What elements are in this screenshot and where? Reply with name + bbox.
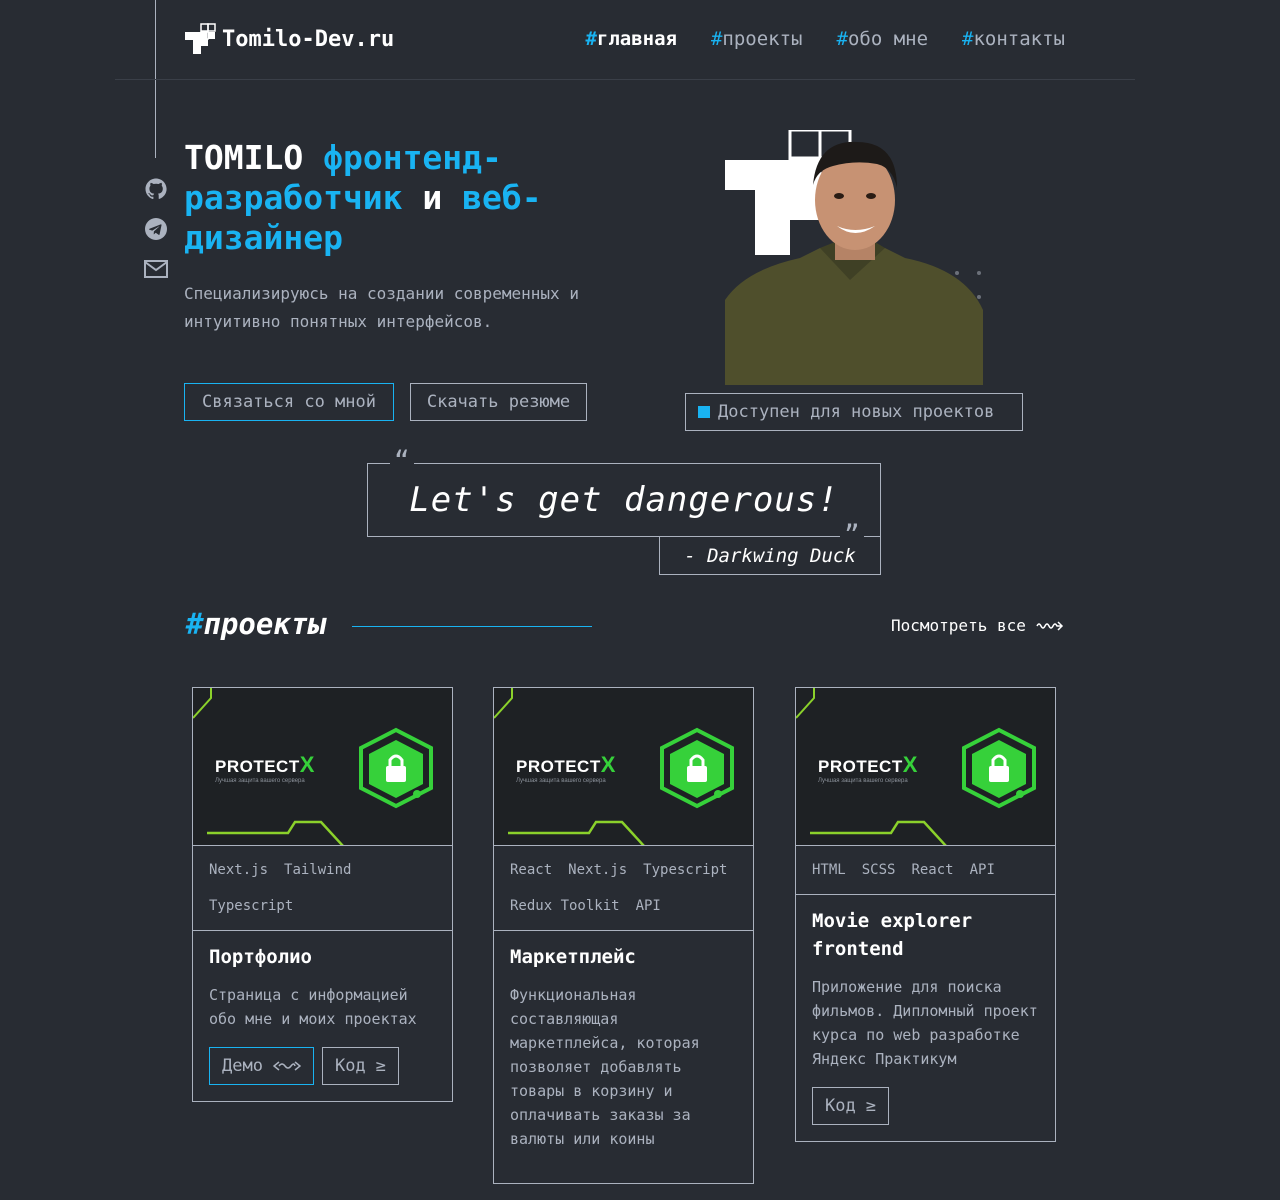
tag: Tailwind: [284, 862, 352, 878]
section-divider: [352, 626, 592, 627]
availability-status: Доступен для новых проектов: [685, 393, 1023, 431]
quote-open-mark: “: [390, 448, 414, 474]
project-card: PROTECTX Лучшая защита вашего сервера Re…: [493, 687, 754, 1184]
hero-title: TOMILO фронтенд-разработчик и веб-дизайн…: [184, 138, 542, 257]
code-button[interactable]: Код ≥: [321, 1047, 399, 1085]
tag: API: [635, 898, 661, 914]
tag: React: [510, 862, 553, 878]
nav-projects[interactable]: #проекты: [711, 28, 803, 50]
project-brand-subtitle: Лучшая защита вашего сервера: [818, 778, 908, 784]
project-brand-subtitle: Лучшая защита вашего сервера: [516, 778, 606, 784]
logo-icon: [185, 23, 216, 54]
project-description: Функциональная составляющая маркетплейса…: [510, 986, 700, 1148]
project-thumbnail: PROTECTX Лучшая защита вашего сервера: [494, 688, 753, 846]
project-brand-subtitle: Лучшая защита вашего сервера: [215, 778, 305, 784]
tag: Redux Toolkit: [510, 898, 620, 914]
main-nav: #главная #проекты #обо мне #контакты: [585, 28, 1065, 50]
code-arrows-icon: [272, 1061, 301, 1071]
project-thumbnail: PROTECTX Лучшая защита вашего сервера: [193, 688, 452, 846]
tag: Typescript: [209, 898, 294, 914]
nav-about[interactable]: #обо мне: [837, 28, 929, 50]
logo[interactable]: Tomilo-Dev.ru: [184, 22, 394, 56]
project-brand: PROTECTX: [516, 752, 616, 777]
hero-photo: [725, 128, 985, 385]
project-description: Страница с информацией обо мне и моих пр…: [209, 986, 417, 1028]
tag: SCSS: [861, 862, 896, 878]
contact-button[interactable]: Связаться со мной: [184, 383, 394, 421]
tag: HTML: [812, 862, 846, 878]
greater-equal-icon: ≥: [865, 1096, 876, 1116]
logo-text: Tomilo-Dev.ru: [222, 26, 395, 52]
resume-button[interactable]: Скачать резюме: [410, 383, 587, 421]
project-brand: PROTECTX: [215, 752, 315, 777]
project-card: PROTECTX Лучшая защита вашего сервера Ne…: [192, 687, 453, 1102]
project-thumbnail: PROTECTX Лучшая защита вашего сервера: [796, 688, 1055, 846]
telegram-icon[interactable]: [144, 216, 168, 242]
project-tags: HTML SCSS React API: [796, 846, 1055, 895]
status-indicator-icon: [698, 406, 710, 418]
tag: React: [911, 862, 954, 878]
project-brand: PROTECTX: [818, 752, 918, 777]
header: Tomilo-Dev.ru #главная #проекты #обо мне…: [115, 0, 1135, 80]
project-name: Movie explorer frontend: [812, 910, 973, 960]
project-name: Маркетплейс: [510, 946, 636, 968]
hero-description: Специализируюсь на создании современных …: [184, 284, 579, 331]
tag: Next.js: [568, 862, 628, 878]
nav-home[interactable]: #главная: [585, 28, 677, 50]
github-icon[interactable]: [144, 176, 168, 202]
quote-text: Let's get dangerous!: [409, 480, 839, 520]
project-card: PROTECTX Лучшая защита вашего сервера HT…: [795, 687, 1056, 1142]
greater-equal-icon: ≥: [375, 1056, 386, 1076]
project-description: Приложение для поиска фильмов. Дипломный…: [812, 978, 1038, 1068]
tag: Next.js: [209, 862, 269, 878]
tag: API: [969, 862, 995, 878]
view-all-link[interactable]: Посмотреть все: [891, 616, 1064, 635]
demo-button[interactable]: Демо: [209, 1047, 314, 1085]
project-name: Портфолио: [209, 946, 312, 968]
nav-contacts[interactable]: #контакты: [962, 28, 1065, 50]
arrow-right-icon: [1036, 620, 1063, 631]
project-tags: Next.js Tailwind Typescript: [193, 846, 452, 931]
mail-icon[interactable]: [144, 256, 168, 282]
social-links: [144, 176, 168, 282]
quote-close-mark: ”: [840, 522, 864, 548]
projects-title: #проекты: [186, 607, 326, 641]
quote-box: Let's get dangerous!: [367, 463, 881, 537]
code-button[interactable]: Код ≥: [812, 1087, 889, 1125]
project-tags: React Next.js Typescript Redux Toolkit A…: [494, 846, 753, 931]
tag: Typescript: [643, 862, 728, 878]
